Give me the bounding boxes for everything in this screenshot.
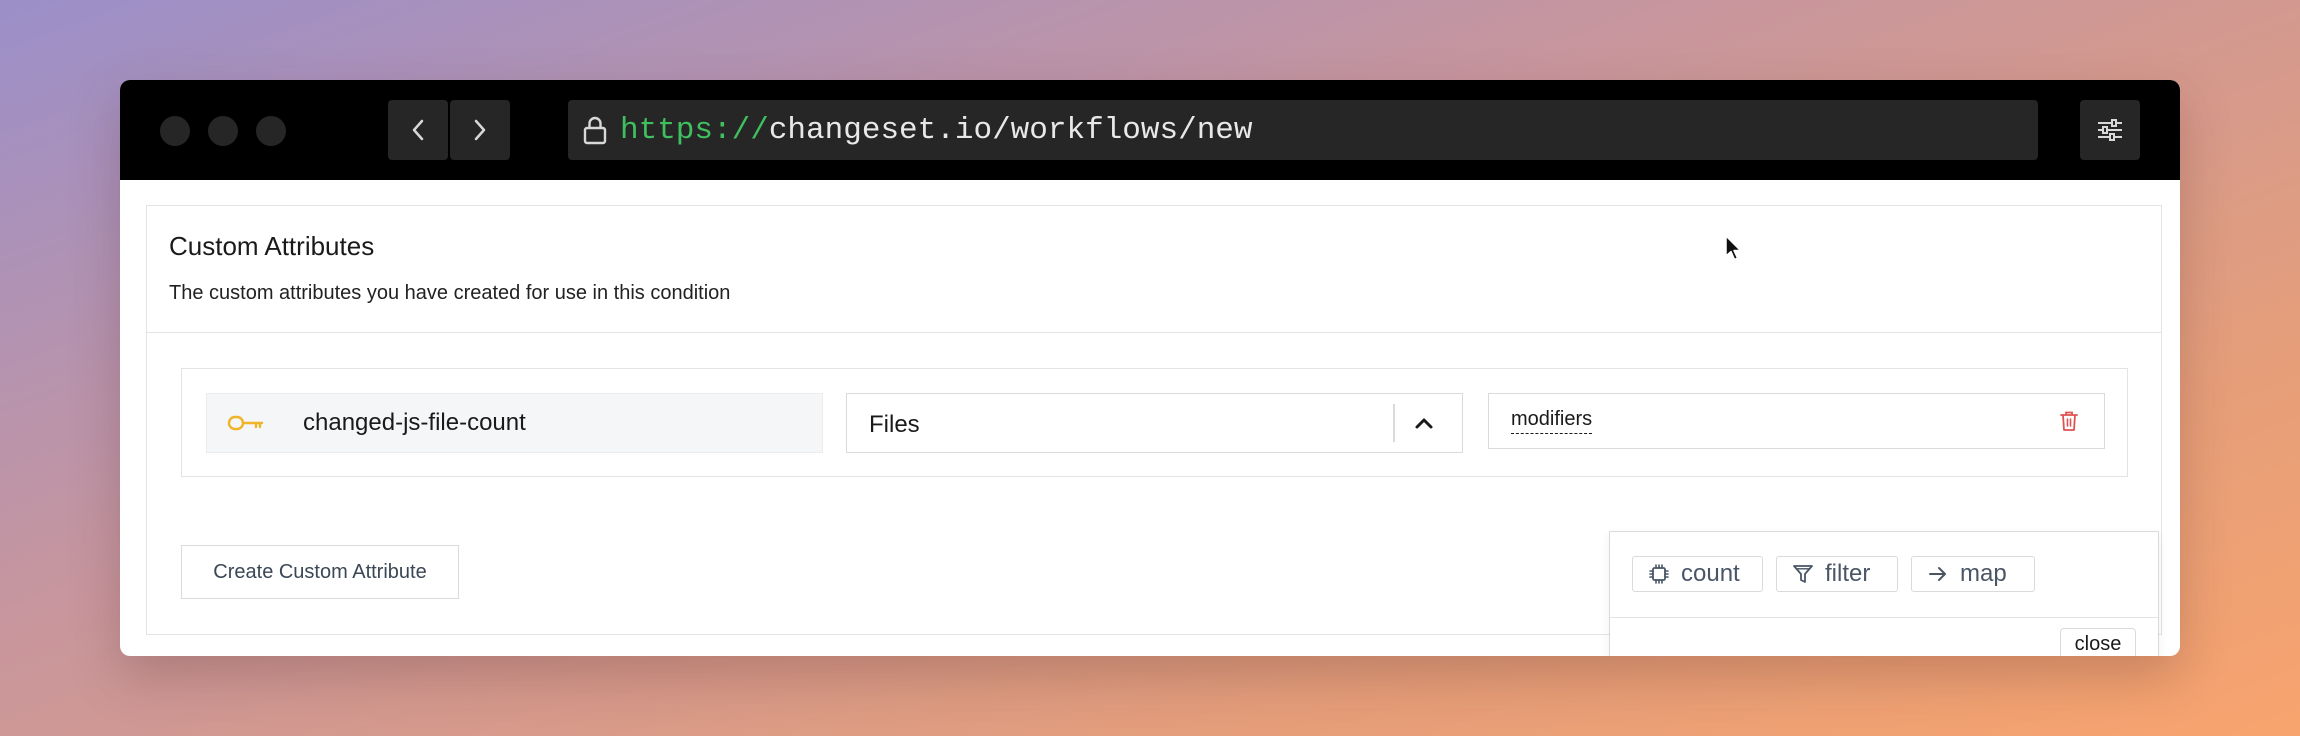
- back-button[interactable]: [388, 100, 448, 160]
- lock-icon: [583, 116, 607, 145]
- forward-button[interactable]: [450, 100, 510, 160]
- url-path: changeset.io/workflows/new: [768, 112, 1253, 148]
- modifiers-field[interactable]: modifiers: [1488, 393, 2105, 449]
- window-minimize-dot[interactable]: [208, 116, 238, 146]
- modifiers-label[interactable]: modifiers: [1511, 408, 1593, 434]
- panel-title: Custom Attributes: [169, 231, 375, 261]
- select-divider: [1393, 404, 1395, 442]
- modifier-options: count filter map: [1610, 532, 2158, 618]
- url-scheme: https://: [620, 112, 769, 148]
- funnel-icon: [1791, 562, 1815, 586]
- modifier-option-count[interactable]: count: [1632, 556, 1763, 592]
- browser-settings-button[interactable]: [2080, 100, 2140, 160]
- panel-header: Custom Attributes The custom attributes …: [147, 206, 2161, 333]
- modifier-option-label: map: [1960, 560, 2007, 587]
- window-zoom-dot[interactable]: [256, 116, 286, 146]
- browser-titlebar: https://changeset.io/workflows/new: [120, 80, 2180, 180]
- arrow-right-icon: [1926, 562, 1950, 586]
- modifiers-popover: count filter map close: [1609, 531, 2159, 656]
- chevron-right-icon: [474, 119, 486, 141]
- modifier-option-filter[interactable]: filter: [1776, 556, 1898, 592]
- address-bar[interactable]: https://changeset.io/workflows/new: [568, 100, 2038, 160]
- panel-description: The custom attributes you have created f…: [169, 282, 731, 304]
- chevron-left-icon: [412, 119, 424, 141]
- attribute-type-select[interactable]: Files: [846, 393, 1463, 453]
- attribute-type-value: Files: [869, 411, 920, 438]
- chevron-up-icon[interactable]: [1409, 410, 1439, 436]
- browser-window: https://changeset.io/workflows/new Custo…: [120, 80, 2180, 656]
- create-custom-attribute-button[interactable]: Create Custom Attribute: [181, 545, 459, 599]
- mouse-cursor-icon: [1725, 235, 1742, 261]
- popover-close-button[interactable]: close: [2060, 628, 2136, 656]
- window-close-dot[interactable]: [160, 116, 190, 146]
- attribute-name-text: changed-js-file-count: [303, 409, 526, 436]
- modifier-option-label: count: [1681, 560, 1740, 587]
- modifier-option-map[interactable]: map: [1911, 556, 2035, 592]
- attribute-name-field[interactable]: changed-js-file-count: [206, 393, 823, 453]
- sliders-icon: [2098, 119, 2122, 141]
- custom-attribute-row: changed-js-file-count Files modifiers: [181, 368, 2128, 477]
- url-text: https://changeset.io/workflows/new: [620, 113, 1253, 148]
- chip-icon: [1647, 562, 1671, 586]
- key-icon: [227, 413, 267, 433]
- trash-icon[interactable]: [2057, 408, 2081, 434]
- modifier-option-label: filter: [1825, 560, 1871, 587]
